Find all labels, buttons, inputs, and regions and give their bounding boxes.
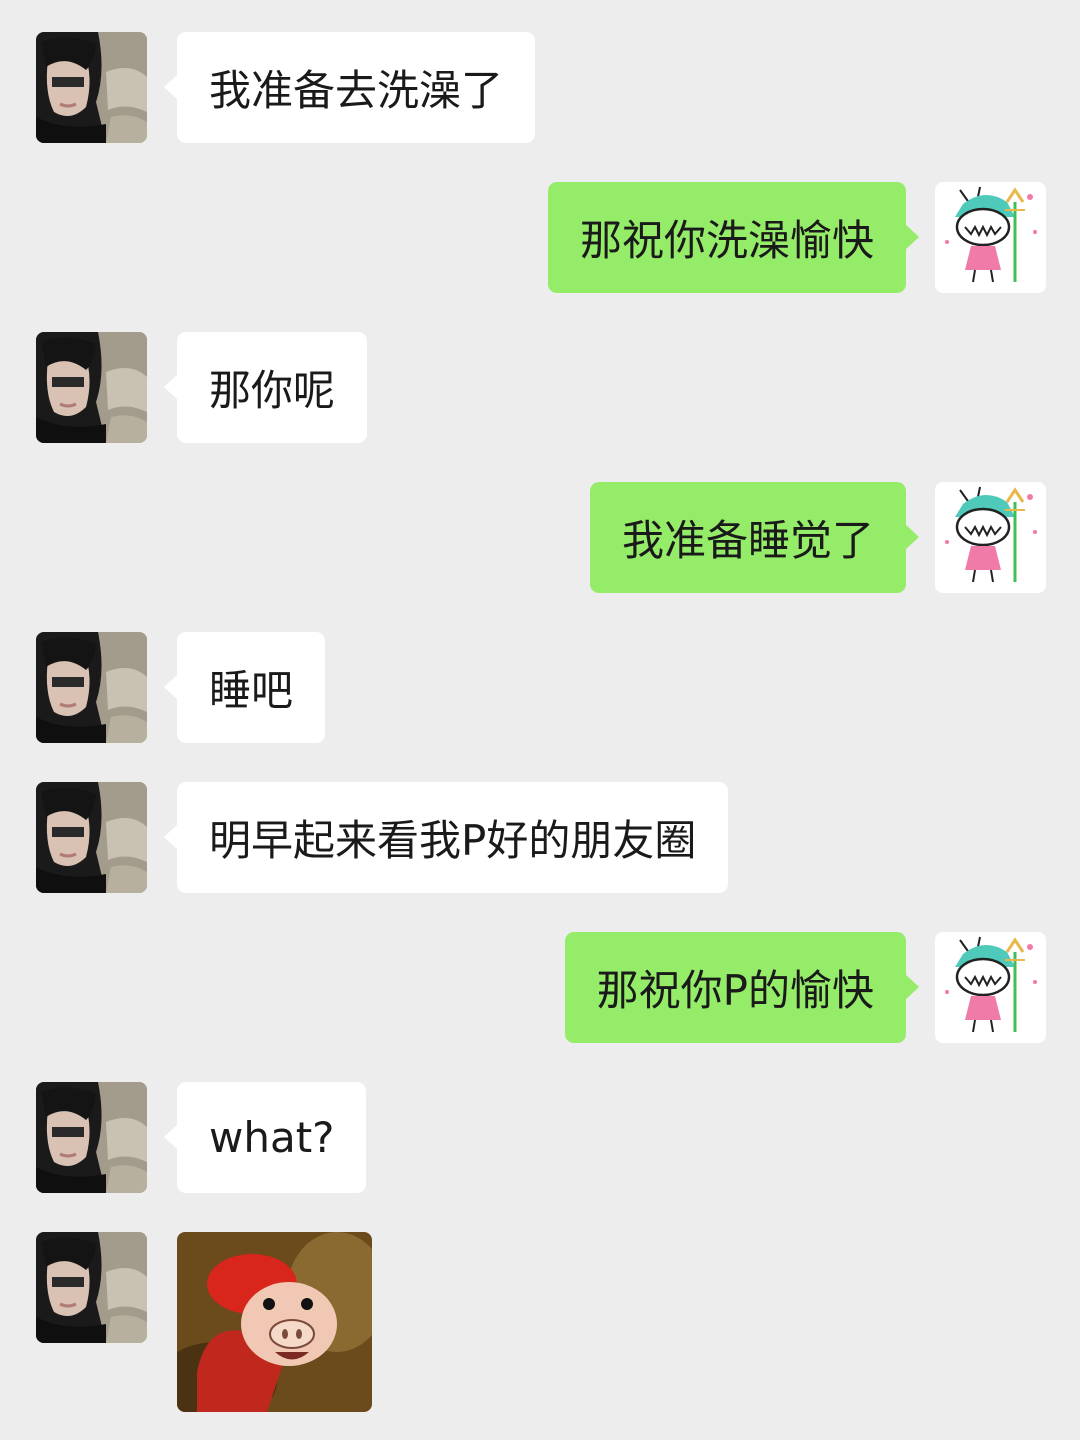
contact-avatar-icon[interactable] xyxy=(36,1082,147,1193)
message-text: 睡吧 xyxy=(209,666,294,715)
cartoon-pig-sticker-icon[interactable] xyxy=(177,1232,372,1412)
message-text: 那祝你洗澡愉快 xyxy=(579,216,874,265)
message-bubble-incoming[interactable]: 我准备去洗澡了 xyxy=(163,32,536,143)
message-text: what? xyxy=(209,1113,335,1162)
contact-avatar-icon[interactable] xyxy=(36,782,147,893)
contact-avatar-icon[interactable] xyxy=(36,332,147,443)
message-bubble-outgoing[interactable]: 我准备睡觉了 xyxy=(589,482,920,593)
message-bubble-incoming[interactable]: 那你呢 xyxy=(163,332,368,443)
message-bubble-incoming[interactable]: what? xyxy=(163,1082,367,1193)
self-avatar-icon[interactable] xyxy=(935,932,1046,1043)
message-bubble-incoming[interactable]: 明早起来看我P好的朋友圈 xyxy=(163,782,729,893)
message-bubble-incoming[interactable]: 睡吧 xyxy=(163,632,326,743)
self-avatar-icon[interactable] xyxy=(935,482,1046,593)
message-text: 我准备睡觉了 xyxy=(621,516,874,565)
self-avatar-icon[interactable] xyxy=(935,182,1046,293)
message-text: 明早起来看我P好的朋友圈 xyxy=(209,816,697,865)
message-text: 那祝你P的愉快 xyxy=(596,966,874,1015)
contact-avatar-icon[interactable] xyxy=(36,632,147,743)
message-bubble-outgoing[interactable]: 那祝你P的愉快 xyxy=(564,932,920,1043)
contact-avatar-icon[interactable] xyxy=(36,1232,147,1343)
message-bubble-outgoing[interactable]: 那祝你洗澡愉快 xyxy=(547,182,920,293)
message-text: 我准备去洗澡了 xyxy=(209,66,504,115)
contact-avatar-icon[interactable] xyxy=(36,32,147,143)
message-text: 那你呢 xyxy=(209,366,336,415)
